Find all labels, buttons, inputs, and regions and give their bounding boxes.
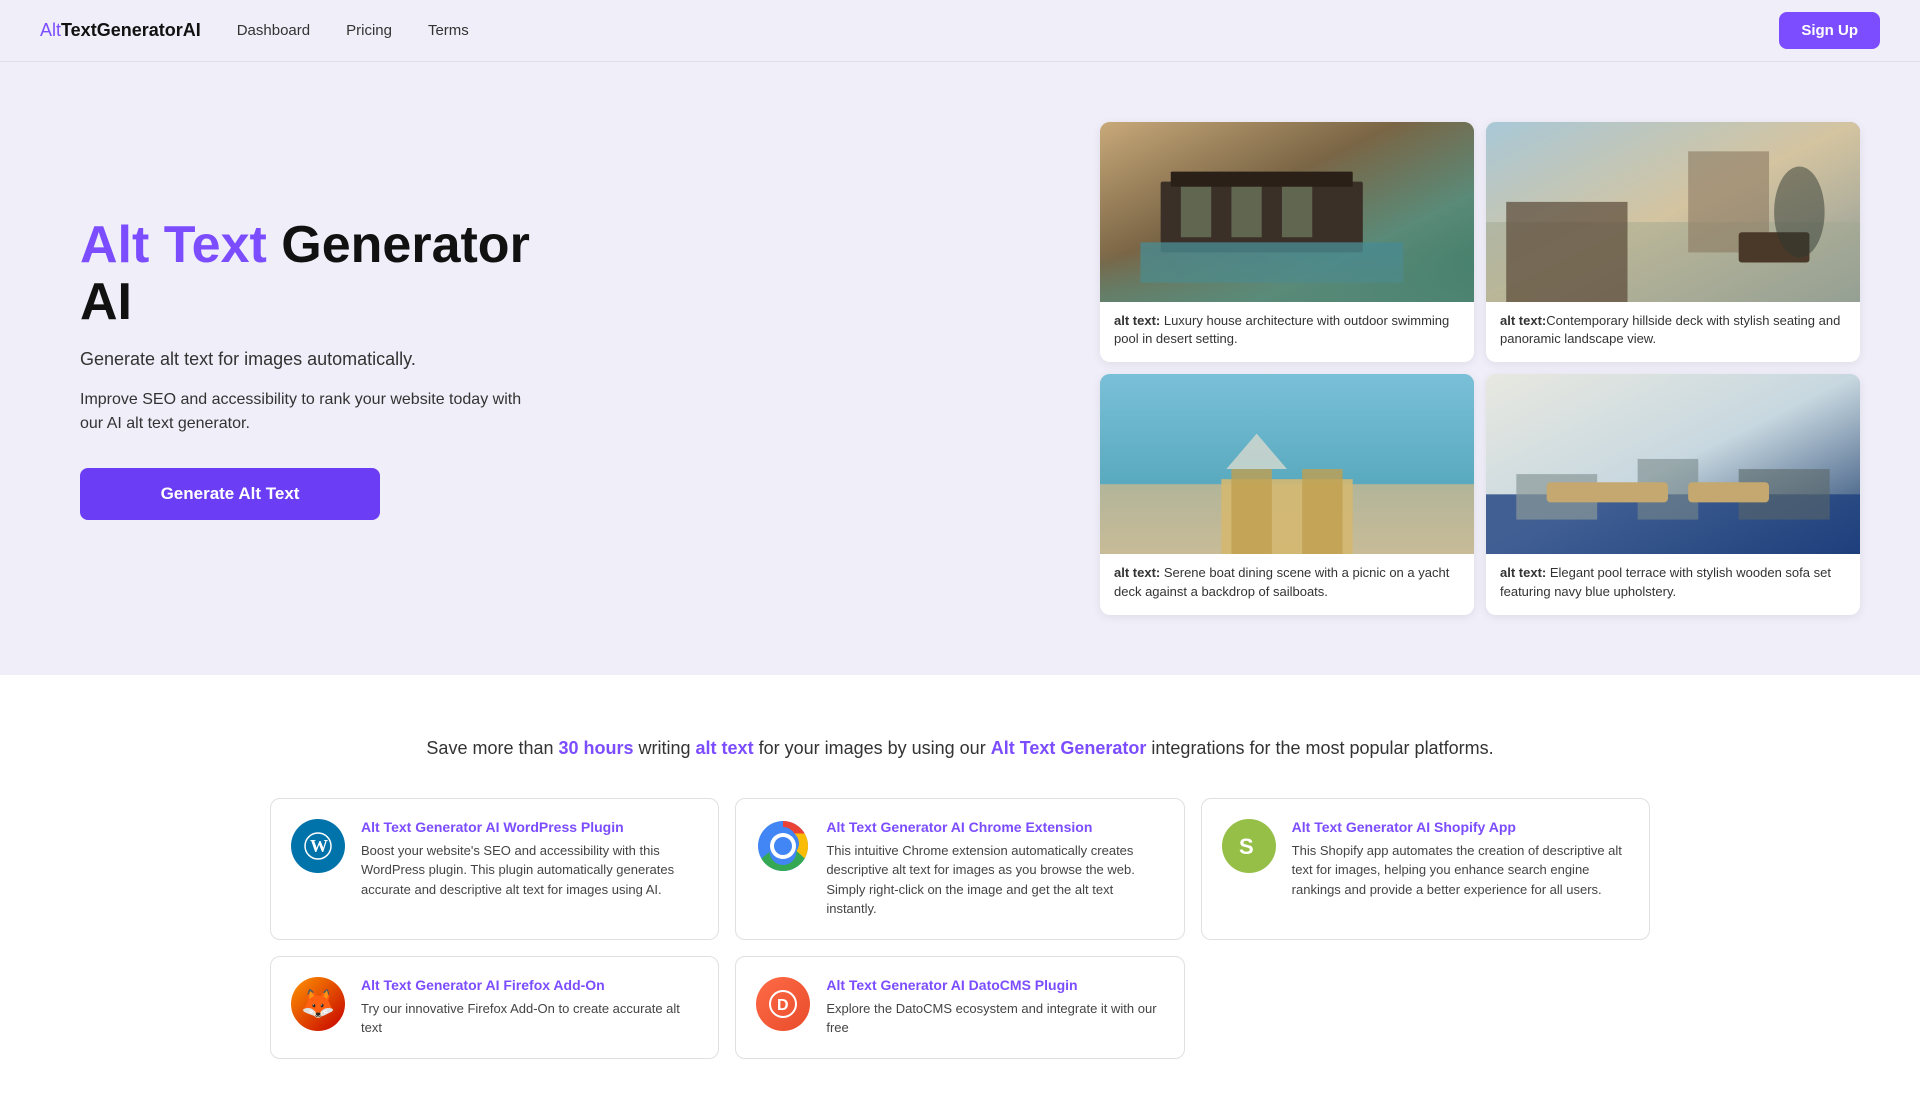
logo[interactable]: AltTextGeneratorAI	[40, 20, 201, 41]
hero-section: Alt Text Generator AI Generate alt text …	[0, 62, 1920, 675]
plugin-card-chrome[interactable]: Alt Text Generator AI Chrome Extension T…	[735, 798, 1184, 940]
integrations-headline: Save more than 30 hours writing alt text…	[40, 735, 1880, 762]
image-caption-2: alt text:Contemporary hillside deck with…	[1486, 302, 1860, 362]
caption-text-4: Elegant pool terrace with stylish wooden…	[1500, 565, 1831, 598]
plugin-title-chrome: Alt Text Generator AI Chrome Extension	[826, 819, 1163, 835]
plugin-content-datocms: Alt Text Generator AI DatoCMS Plugin Exp…	[826, 977, 1163, 1038]
integrations-section: Save more than 30 hours writing alt text…	[0, 675, 1920, 1099]
caption-label-3: alt text:	[1114, 565, 1160, 580]
plugin-desc-wordpress: Boost your website's SEO and accessibili…	[361, 841, 698, 900]
headline-mid: writing	[634, 738, 696, 758]
nav-link-dashboard[interactable]: Dashboard	[237, 22, 310, 39]
plugin-card-wordpress[interactable]: W Alt Text Generator AI WordPress Plugin…	[270, 798, 719, 940]
hero-content: Alt Text Generator AI Generate alt text …	[80, 217, 540, 520]
headline-mid2: for your images by using our	[754, 738, 991, 758]
plugin-desc-shopify: This Shopify app automates the creation …	[1292, 841, 1629, 900]
image-boat-dining	[1100, 374, 1474, 554]
caption-label-2: alt text:	[1500, 313, 1546, 328]
image-hillside-deck	[1486, 122, 1860, 302]
image-card-2: alt text:Contemporary hillside deck with…	[1486, 122, 1860, 362]
plugin-desc-chrome: This intuitive Chrome extension automati…	[826, 841, 1163, 919]
nav-left: AltTextGeneratorAI Dashboard Pricing Ter…	[40, 20, 469, 41]
datocms-icon: D	[756, 977, 810, 1031]
svg-text:S: S	[1239, 834, 1254, 859]
headline-hours: 30 hours	[559, 738, 634, 758]
shopify-icon: S	[1222, 819, 1276, 873]
generate-alt-text-button[interactable]: Generate Alt Text	[80, 468, 380, 520]
nav-link-terms[interactable]: Terms	[428, 22, 469, 39]
caption-label-4: alt text:	[1500, 565, 1546, 580]
hero-image-grid: alt text: Luxury house architecture with…	[1100, 122, 1860, 615]
plugin-card-shopify[interactable]: S Alt Text Generator AI Shopify App This…	[1201, 798, 1650, 940]
hero-title-purple: Alt Text	[80, 216, 267, 274]
svg-text:D: D	[777, 997, 789, 1014]
plugin-content-chrome: Alt Text Generator AI Chrome Extension T…	[826, 819, 1163, 919]
headline-start: Save more than	[426, 738, 558, 758]
plugin-content-firefox: Alt Text Generator AI Firefox Add-On Try…	[361, 977, 698, 1038]
image-house-pool	[1100, 122, 1474, 302]
image-caption-3: alt text: Serene boat dining scene with …	[1100, 554, 1474, 614]
plugin-title-wordpress: Alt Text Generator AI WordPress Plugin	[361, 819, 698, 835]
plugin-title-shopify: Alt Text Generator AI Shopify App	[1292, 819, 1629, 835]
image-pool-terrace	[1486, 374, 1860, 554]
plugin-card-firefox[interactable]: 🦊 Alt Text Generator AI Firefox Add-On T…	[270, 956, 719, 1059]
hero-title: Alt Text Generator AI	[80, 217, 540, 331]
plugin-content-shopify: Alt Text Generator AI Shopify App This S…	[1292, 819, 1629, 900]
svg-text:W: W	[310, 836, 328, 856]
headline-end: integrations for the most popular platfo…	[1146, 738, 1493, 758]
wordpress-icon: W	[291, 819, 345, 873]
headline-alt-text: alt text	[696, 738, 754, 758]
caption-text-3: Serene boat dining scene with a picnic o…	[1114, 565, 1449, 598]
image-card-4: alt text: Elegant pool terrace with styl…	[1486, 374, 1860, 614]
logo-alt: Alt	[40, 20, 61, 40]
hero-subtitle1: Generate alt text for images automatical…	[80, 349, 540, 370]
image-card-3: alt text: Serene boat dining scene with …	[1100, 374, 1474, 614]
caption-text-2: Contemporary hillside deck with stylish …	[1500, 313, 1840, 346]
caption-label-1: alt text:	[1114, 313, 1160, 328]
headline-generator: Alt Text Generator	[991, 738, 1147, 758]
plugin-desc-datocms: Explore the DatoCMS ecosystem and integr…	[826, 999, 1163, 1038]
plugin-grid: W Alt Text Generator AI WordPress Plugin…	[270, 798, 1650, 1059]
signup-button[interactable]: Sign Up	[1779, 12, 1880, 49]
plugin-title-datocms: Alt Text Generator AI DatoCMS Plugin	[826, 977, 1163, 993]
firefox-icon: 🦊	[291, 977, 345, 1031]
navbar: AltTextGeneratorAI Dashboard Pricing Ter…	[0, 0, 1920, 62]
plugin-desc-firefox: Try our innovative Firefox Add-On to cre…	[361, 999, 698, 1038]
image-caption-1: alt text: Luxury house architecture with…	[1100, 302, 1474, 362]
hero-subtitle2: Improve SEO and accessibility to rank yo…	[80, 388, 540, 436]
plugin-card-datocms[interactable]: D Alt Text Generator AI DatoCMS Plugin E…	[735, 956, 1184, 1059]
image-card-1: alt text: Luxury house architecture with…	[1100, 122, 1474, 362]
logo-text: TextGeneratorAI	[61, 20, 201, 40]
caption-text-1: Luxury house architecture with outdoor s…	[1114, 313, 1449, 346]
chrome-icon	[756, 819, 810, 873]
plugin-content-wordpress: Alt Text Generator AI WordPress Plugin B…	[361, 819, 698, 900]
image-caption-4: alt text: Elegant pool terrace with styl…	[1486, 554, 1860, 614]
nav-link-pricing[interactable]: Pricing	[346, 22, 392, 39]
plugin-title-firefox: Alt Text Generator AI Firefox Add-On	[361, 977, 698, 993]
